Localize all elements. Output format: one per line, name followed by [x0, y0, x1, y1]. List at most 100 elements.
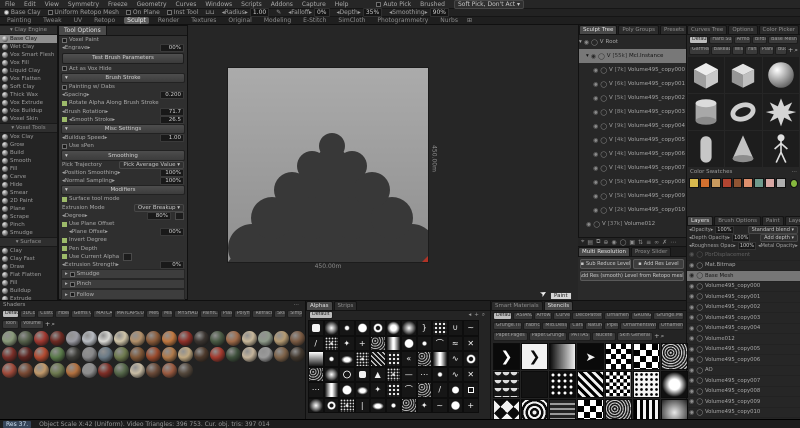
alpha-thumb[interactable]: ⋯: [417, 367, 433, 383]
tree-row[interactable]: ◉◯V[4k]Volume495_copy007: [579, 161, 686, 175]
alpha-thumb[interactable]: [324, 382, 340, 398]
model-thumb-human[interactable]: [763, 131, 799, 167]
tab-alphas[interactable]: Alphas: [306, 301, 333, 310]
option-invert-degree[interactable]: Invert Degree: [59, 236, 187, 244]
model-thumb-sphere[interactable]: [763, 57, 799, 93]
tool-item-liquid-clay[interactable]: Liquid Clay: [0, 67, 57, 75]
menu-geometry[interactable]: Geometry: [137, 1, 167, 8]
color-swatch[interactable]: [722, 178, 732, 188]
toolbar-slider-falloff[interactable]: ◂Falloff▸0%: [288, 8, 329, 17]
search-icon[interactable]: ⌕: [51, 320, 55, 329]
eye-icon[interactable]: ◉: [593, 137, 598, 144]
ghost-icon[interactable]: ◯: [696, 251, 703, 258]
eye-icon[interactable]: ◉: [689, 388, 694, 395]
alpha-thumb[interactable]: [401, 398, 417, 414]
layers-icon[interactable]: ≡: [646, 239, 651, 246]
shader-sphere[interactable]: [274, 331, 289, 346]
alpha-thumb[interactable]: [339, 367, 355, 383]
tab-strips[interactable]: Strips: [334, 301, 358, 310]
arrows-icon[interactable]: ⇅: [638, 239, 643, 246]
option-position-smoothing[interactable]: ◂Position Smoothing▸100%: [59, 169, 187, 177]
shader-sphere[interactable]: [34, 347, 49, 362]
alpha-thumb[interactable]: [417, 351, 433, 367]
shader-sphere[interactable]: [66, 363, 81, 378]
eye-icon[interactable]: ◉: [689, 304, 694, 311]
tool-item-vox-flatten[interactable]: Vox Flatten: [0, 75, 57, 83]
alpha-thumb[interactable]: [308, 351, 324, 367]
auto-pick-toggle[interactable]: Auto Pick: [376, 1, 411, 8]
tree-row[interactable]: ◉◯V[6k]Volume495_copy001: [579, 77, 686, 91]
tree-row[interactable]: ◉◯V[5k]Volume495_copy002: [579, 91, 686, 105]
shader-category-custom[interactable]: Custom: [37, 310, 54, 318]
alpha-thumb[interactable]: ✕: [463, 367, 479, 383]
ghost-icon[interactable]: ◯: [600, 95, 607, 102]
stencil-category-ornamentswhite[interactable]: OrnamentsWhite: [620, 322, 657, 330]
shader-sphere[interactable]: [242, 347, 257, 362]
menu-windows[interactable]: Windows: [205, 1, 232, 8]
stencil-category-nucete[interactable]: Nucete: [592, 332, 615, 341]
stencil-thumb[interactable]: [549, 371, 576, 398]
layer-row[interactable]: ◉◯Volume495_copy004: [687, 324, 800, 335]
tool-item-pinch[interactable]: Pinch: [0, 221, 57, 229]
shader-sphere[interactable]: [258, 347, 273, 362]
ghost-icon[interactable]: ◯: [600, 193, 607, 200]
shader-sphere[interactable]: [114, 347, 129, 362]
color-swatch[interactable]: [754, 178, 764, 188]
alpha-thumb[interactable]: |: [355, 398, 371, 414]
alpha-thumb[interactable]: [417, 336, 433, 352]
control-value[interactable]: 100%: [732, 234, 750, 242]
checkbox-icon[interactable]: [62, 85, 67, 90]
stencil-category-paper-grunge[interactable]: Paper.Grunge: [529, 332, 567, 341]
dropdown-pick-trajectory[interactable]: Pick Average Value ▾: [119, 161, 184, 169]
category-birds[interactable]: Birds: [752, 36, 767, 44]
alpha-thumb[interactable]: [401, 320, 417, 336]
menu-scripts[interactable]: Scripts: [241, 1, 262, 8]
tool-item-vox-extrude[interactable]: Vox Extrude: [0, 99, 57, 107]
alpha-thumb[interactable]: [370, 320, 386, 336]
stencil-category-ornaments[interactable]: Ornaments: [604, 312, 630, 320]
tree-row[interactable]: ◉◯V[5k]Volume495_copy008: [579, 175, 686, 189]
option-normal-sampling[interactable]: ◂Normal Sampling▸100%: [59, 177, 187, 185]
checkbox-icon[interactable]: [62, 117, 67, 122]
alpha-preview-icon[interactable]: [123, 253, 132, 261]
color-swatch[interactable]: [733, 178, 743, 188]
shader-sphere[interactable]: [162, 347, 177, 362]
category-base-meshes[interactable]: Base Meshes: [768, 36, 798, 44]
tree-row[interactable]: ◉◯V[4k]Volume495_copy006: [579, 147, 686, 161]
shader-category-skin[interactable]: Skin: [274, 310, 286, 318]
tool-item-vox-clay[interactable]: Vox Clay: [0, 133, 57, 141]
more-icon[interactable]: ⋯: [792, 168, 798, 176]
tool-item-build[interactable]: Build: [0, 149, 57, 157]
ghost-icon[interactable]: ◯: [696, 262, 703, 269]
layer-row[interactable]: ◉◯Volume495_copy000: [687, 282, 800, 293]
menu-edit[interactable]: Edit: [24, 1, 36, 8]
tool-section-header[interactable]: ▾ Clay Engine: [0, 25, 57, 35]
checkbox-icon[interactable]: [70, 272, 75, 277]
shader-sphere[interactable]: [290, 331, 305, 346]
shader-category-polymer[interactable]: Polymer: [234, 310, 252, 318]
checkbox-icon[interactable]: [62, 246, 67, 251]
merge-icon[interactable]: ⊕: [603, 239, 608, 246]
stencil-thumb[interactable]: [549, 343, 576, 370]
shader-category-toon[interactable]: Toon: [2, 320, 19, 329]
eye-icon[interactable]: ◉: [689, 377, 694, 384]
eye-icon[interactable]: ◉: [591, 53, 596, 60]
shader-sphere[interactable]: [178, 331, 193, 346]
tree-row[interactable]: ◉◯V[37k]Volume012: [579, 217, 686, 231]
stencil-thumb[interactable]: ➤: [577, 343, 604, 370]
layer-row[interactable]: ◉◯Volume495_copy008: [687, 387, 800, 398]
alpha-thumb[interactable]: +: [355, 336, 371, 352]
ghost-icon[interactable]: ◯: [696, 388, 703, 395]
tool-item-soft-clay[interactable]: Soft Clay: [0, 83, 57, 91]
stencil-category-pattas[interactable]: PATTAS: [568, 332, 591, 341]
shader-sphere[interactable]: [130, 363, 145, 378]
room-tab-painting[interactable]: Painting: [4, 17, 34, 24]
tool-section-header[interactable]: ▾ Surface: [0, 237, 57, 247]
alpha-thumb[interactable]: [339, 320, 355, 336]
alpha-thumb[interactable]: [324, 351, 340, 367]
category-plants[interactable]: Plants: [759, 46, 774, 55]
menu-freeze[interactable]: Freeze: [108, 1, 128, 8]
alpha-thumb[interactable]: [448, 398, 464, 414]
stencil-category-cars[interactable]: Cars: [569, 322, 583, 330]
alpha-thumb[interactable]: ∿: [448, 351, 464, 367]
